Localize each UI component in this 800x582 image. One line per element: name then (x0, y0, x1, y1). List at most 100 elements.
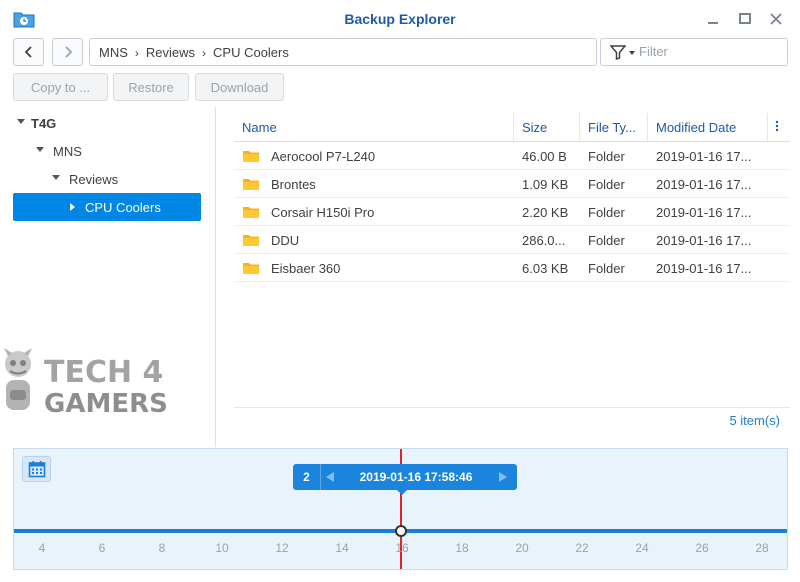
previous-version-icon[interactable] (326, 472, 334, 482)
chevron-down-icon[interactable] (629, 51, 635, 55)
restore-button[interactable]: Restore (113, 73, 189, 101)
version-count-badge: 2 (293, 464, 321, 490)
breadcrumb: MNS › Reviews › CPU Coolers (89, 38, 597, 66)
minimize-icon[interactable] (704, 10, 722, 28)
size-cell: 2.20 KB (522, 205, 569, 220)
tree-node-reviews[interactable]: Reviews (0, 165, 210, 193)
name-cell: DDU (234, 226, 514, 254)
timeline-tick-label: 18 (455, 541, 469, 555)
next-version-icon[interactable] (499, 472, 507, 482)
size-cell: 46.00 B (522, 149, 567, 164)
date-cell: 2019-01-16 17... (656, 177, 752, 192)
window-title: Backup Explorer (344, 11, 456, 27)
name-cell: Eisbaer 360 (234, 254, 514, 282)
tree-node-t4g[interactable]: T4G (0, 109, 210, 137)
size-cell: 286.0... (522, 233, 566, 248)
column-options-icon[interactable] (768, 113, 790, 142)
forward-button[interactable] (52, 38, 83, 66)
maximize-icon[interactable] (736, 10, 754, 28)
breadcrumb-item[interactable]: CPU Coolers (213, 45, 289, 60)
folder-icon (243, 207, 259, 218)
file-name: Aerocool P7-L240 (271, 149, 376, 164)
item-count-status: 5 item(s) (234, 407, 790, 433)
tech4gamers-watermark-logo: TECH 4 GAMERS (4, 348, 168, 418)
timeline-tick-label: 16 (395, 541, 409, 555)
date-cell: 2019-01-16 17... (656, 233, 752, 248)
version-selector: 2 2019-01-16 17:58:46 (293, 464, 517, 495)
expand-arrow-icon[interactable] (70, 203, 75, 211)
watermark-line1: TECH 4 (44, 355, 163, 390)
tree-node-label: CPU Coolers (85, 200, 161, 215)
folder-icon (243, 179, 259, 190)
table-row[interactable]: Aerocool P7-L240 46.00 B Folder 2019-01-… (234, 142, 790, 170)
folder-icon (243, 235, 259, 246)
folder-icon (243, 151, 259, 162)
tree-node-label: T4G (31, 116, 57, 131)
date-cell: 2019-01-16 17... (656, 205, 752, 220)
breadcrumb-item[interactable]: Reviews (146, 45, 195, 60)
name-cell: Aerocool P7-L240 (234, 142, 514, 170)
watermark-line2: GAMERS (44, 389, 168, 418)
file-name: Corsair H150i Pro (271, 205, 375, 220)
calendar-icon (28, 461, 46, 478)
back-button[interactable] (13, 38, 44, 66)
tree-node-cpu-coolers[interactable]: CPU Coolers (13, 193, 201, 221)
expand-arrow-icon[interactable] (36, 147, 44, 152)
tree-node-label: Reviews (69, 172, 119, 187)
chevron-left-icon (24, 46, 32, 58)
tree-node-label: MNS (53, 144, 82, 159)
table-row[interactable]: DDU 286.0... Folder 2019-01-16 17... (234, 226, 790, 254)
chevron-right-icon (65, 46, 73, 58)
name-cell: Brontes (234, 170, 514, 198)
expand-arrow-icon[interactable] (52, 175, 60, 180)
timeline-tick-label: 26 (695, 541, 709, 555)
timeline-tick-label: 14 (335, 541, 349, 555)
expand-arrow-icon[interactable] (17, 119, 25, 124)
breadcrumb-item[interactable]: MNS (99, 45, 128, 60)
timeline-tick-label: 8 (158, 541, 166, 555)
column-header-name[interactable]: Name (234, 113, 514, 142)
folder-icon (243, 263, 259, 274)
timeline-tick-label: 6 (98, 541, 106, 555)
name-cell: Corsair H150i Pro (234, 198, 514, 226)
timeline-tick-label: 28 (755, 541, 769, 555)
type-cell: Folder (588, 261, 625, 276)
type-cell: Folder (588, 205, 625, 220)
close-icon[interactable] (767, 10, 785, 28)
calendar-button[interactable] (22, 456, 51, 482)
breadcrumb-separator-icon: › (202, 46, 207, 60)
table-row[interactable]: Brontes 1.09 KB Folder 2019-01-16 17... (234, 170, 790, 198)
timeline-cursor-handle[interactable] (395, 525, 407, 537)
column-header-file-type[interactable]: File Ty... (580, 113, 648, 142)
type-cell: Folder (588, 149, 625, 164)
download-button[interactable]: Download (195, 73, 284, 101)
timeline-tick-label: 12 (275, 541, 289, 555)
column-header-modified-date[interactable]: Modified Date (648, 113, 768, 142)
copy-to-button[interactable]: Copy to ... (13, 73, 108, 101)
size-cell: 6.03 KB (522, 261, 569, 276)
funnel-icon[interactable] (610, 45, 626, 60)
table-header: Name Size File Ty... Modified Date (234, 113, 790, 142)
date-cell: 2019-01-16 17... (656, 149, 752, 164)
timeline-tick-label: 24 (635, 541, 649, 555)
breadcrumb-separator-icon: › (134, 46, 139, 60)
version-pointer (397, 490, 407, 495)
filter-box[interactable] (600, 38, 788, 66)
title-bar: Backup Explorer (0, 0, 800, 38)
timeline-tick-label: 22 (575, 541, 589, 555)
version-timeline[interactable]: 4 6 8 10 12 14 16 18 20 22 24 26 28 2 20… (13, 448, 788, 570)
type-cell: Folder (588, 177, 625, 192)
table-row[interactable]: Eisbaer 360 6.03 KB Folder 2019-01-16 17… (234, 254, 790, 282)
column-header-size[interactable]: Size (514, 113, 580, 142)
navigation-bar: MNS › Reviews › CPU Coolers (0, 38, 800, 68)
timeline-tick-label: 20 (515, 541, 529, 555)
file-table: Name Size File Ty... Modified Date Aeroc… (234, 113, 790, 282)
size-cell: 1.09 KB (522, 177, 569, 192)
tree-node-mns[interactable]: MNS (0, 137, 210, 165)
table-row[interactable]: Corsair H150i Pro 2.20 KB Folder 2019-01… (234, 198, 790, 226)
timeline-tick-label: 10 (215, 541, 229, 555)
timeline-tick-label: 4 (38, 541, 46, 555)
filter-input[interactable] (639, 44, 779, 59)
date-cell: 2019-01-16 17... (656, 261, 752, 276)
type-cell: Folder (588, 233, 625, 248)
